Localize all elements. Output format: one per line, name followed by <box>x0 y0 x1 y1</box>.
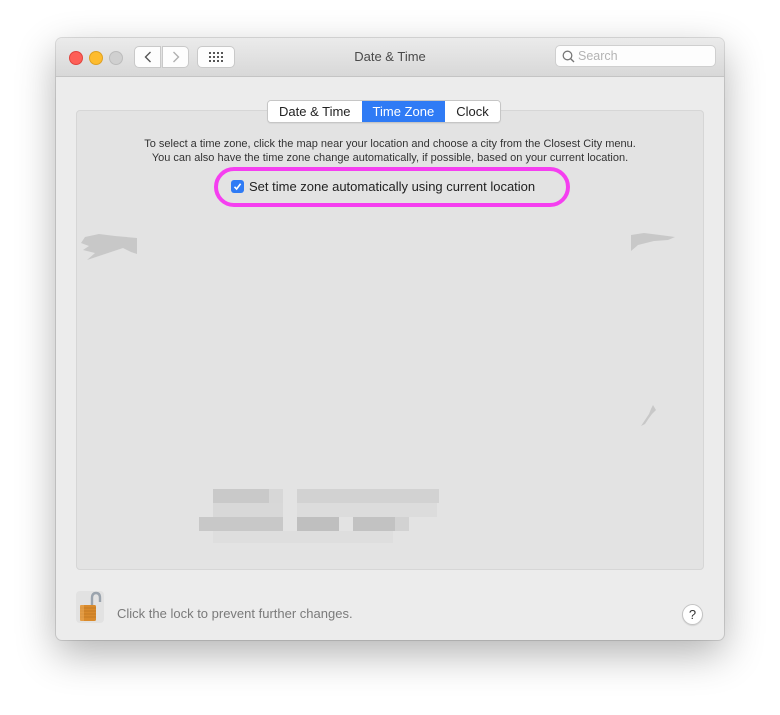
new-zealand-shape <box>641 405 656 426</box>
tab-date-time[interactable]: Date & Time <box>268 101 362 122</box>
help-button[interactable]: ? <box>682 604 703 625</box>
auto-time-zone-option[interactable]: Set time zone automatically using curren… <box>231 179 535 194</box>
tab-time-zone[interactable]: Time Zone <box>361 101 446 122</box>
alaska-shape <box>81 234 137 260</box>
auto-time-zone-checkbox[interactable] <box>231 180 244 193</box>
date-time-window: Date & Time Search Date & Time Time Zone… <box>56 38 724 640</box>
checkmark-icon <box>233 183 242 191</box>
redacted-time-zone-fields <box>189 489 449 549</box>
time-zone-description: To select a time zone, click the map nea… <box>56 137 724 165</box>
lock-button[interactable] <box>76 591 104 623</box>
lock-status-text: Click the lock to prevent further change… <box>117 606 353 621</box>
search-icon <box>562 50 575 63</box>
tab-bar: Date & Time Time Zone Clock <box>267 100 501 123</box>
description-line-2: You can also have the time zone change a… <box>151 152 629 164</box>
description-line-1: To select a time zone, click the map nea… <box>144 138 636 150</box>
title-bar: Date & Time <box>56 38 724 77</box>
auto-time-zone-label: Set time zone automatically using curren… <box>249 179 536 194</box>
tab-clock[interactable]: Clock <box>445 101 500 122</box>
siberia-shape <box>631 233 675 251</box>
search-input[interactable] <box>578 48 708 64</box>
unlocked-padlock-icon <box>80 591 102 621</box>
search-field[interactable] <box>555 45 716 67</box>
